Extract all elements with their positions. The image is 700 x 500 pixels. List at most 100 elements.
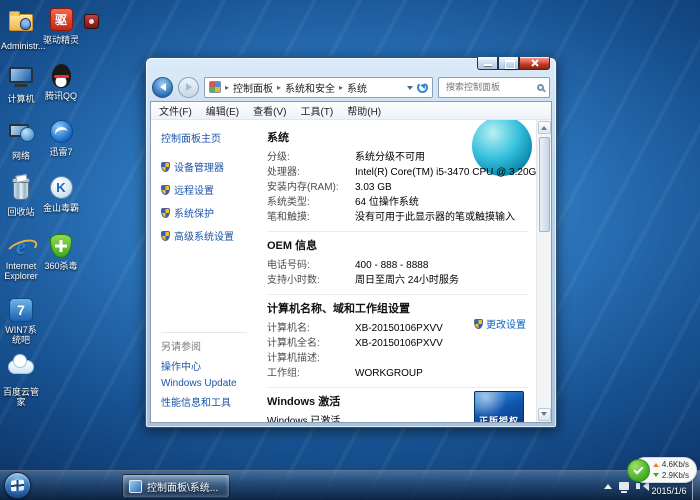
desktop-icon-label: 百度云管家 [1, 387, 41, 408]
desktop-icon-label: 360杀毒 [41, 261, 81, 271]
sidebar-item-label: 系统保护 [174, 205, 214, 220]
desktop-icon-360-antivirus[interactable]: 360杀毒 [41, 234, 81, 271]
row-value: 64 位操作系统 [355, 195, 419, 210]
desktop-icon-driver-genius[interactable]: 驱 驱动精灵 [41, 8, 81, 45]
tray-network-icon[interactable] [619, 482, 629, 490]
row-label: 电话号码: [267, 258, 355, 273]
desktop-icon-win7-bar[interactable]: 7 WIN7系统吧 [1, 298, 41, 346]
navigation-bar: ▸ 控制面板 ▸ 系统和安全 ▸ 系统 [150, 73, 552, 101]
back-arrow-icon [156, 83, 166, 91]
sidebar-item-label: 远程设置 [174, 182, 214, 197]
desktop-icon-thunder[interactable]: 迅雷7 [41, 120, 81, 157]
taskbar-window-button[interactable]: 控制面板\系统... [122, 474, 230, 498]
window-titlebar[interactable] [150, 58, 552, 73]
row-label: 分级: [267, 150, 355, 165]
desktop-icon-kingsoft[interactable]: K 金山毒霸 [41, 176, 81, 213]
search-input[interactable] [444, 81, 534, 93]
window-content: 文件(F) 编辑(E) 查看(V) 工具(T) 帮助(H) 控制面板主页 设备管… [150, 101, 552, 423]
desktop-icon-label: Internet Explorer [1, 261, 41, 282]
start-button[interactable] [4, 472, 31, 499]
sidebar-item-remote-settings[interactable]: 远程设置 [161, 182, 251, 197]
sidebar-item-system-protection[interactable]: 系统保护 [161, 205, 251, 220]
info-row: 笔和触摸:没有可用于此显示器的笔或触摸输入 [267, 210, 528, 225]
menu-tools[interactable]: 工具(T) [300, 103, 333, 118]
vertical-scrollbar[interactable] [536, 120, 551, 422]
info-row: 分级:系统分级不可用 [267, 150, 528, 165]
sidebar-item-action-center[interactable]: 操作中心 [161, 358, 247, 373]
menu-help[interactable]: 帮助(H) [347, 103, 381, 118]
desktop-icon-unknown[interactable] [80, 8, 104, 39]
row-value: WORKGROUP [355, 366, 423, 381]
row-label: 支持小时数: [267, 273, 355, 288]
sidebar-item-control-panel-home[interactable]: 控制面板主页 [161, 130, 251, 145]
section-title: 计算机名称、域和工作组设置 [267, 300, 528, 316]
desktop-icon-internet-explorer[interactable]: e Internet Explorer [1, 234, 41, 282]
thunder-icon [50, 120, 73, 143]
window-task-icon [129, 480, 142, 493]
tray-volume-icon[interactable] [636, 483, 640, 489]
address-dropdown-icon[interactable] [407, 86, 413, 93]
hidden-icons-arrow[interactable] [604, 480, 612, 489]
info-row: 电话号码:400 - 888 - 8888 [267, 258, 528, 273]
search-box[interactable] [438, 77, 550, 98]
desktop-icon-computer[interactable]: 计算机 [1, 64, 41, 104]
back-button[interactable] [152, 77, 173, 98]
sidebar-item-advanced-settings[interactable]: 高级系统设置 [161, 228, 251, 243]
forward-button[interactable] [178, 77, 199, 98]
kingsoft-icon: K [50, 176, 73, 199]
download-speed: 2.9Kb/s [662, 471, 689, 481]
scrollbar-thumb[interactable] [539, 137, 550, 232]
minimize-button[interactable] [477, 57, 498, 70]
desktop-icon-label: Administr... [1, 41, 41, 51]
maximize-button[interactable] [498, 57, 519, 70]
section-computer-name: 计算机名称、域和工作组设置 更改设置 计算机名:XB-20150106PXVV … [267, 294, 528, 381]
main-pane: 系统 分级:系统分级不可用 处理器:Intel(R) Core(TM) i5-3… [255, 120, 536, 422]
desktop-icon-baidu-cloud[interactable]: 百度云管家 [1, 352, 41, 408]
section-activation: Windows 激活 Windows 已激活 产品 ID: 00426-OEM-… [267, 387, 528, 422]
breadcrumb-control-panel[interactable]: 控制面板 [233, 80, 273, 95]
desktop-icon-network[interactable]: 网络 [1, 120, 41, 161]
change-settings-link[interactable]: 更改设置 [474, 316, 526, 331]
driver-genius-icon: 驱 [50, 8, 73, 31]
network-speed-widget[interactable]: 4.6Kb/s 2.9Kb/s [632, 457, 697, 483]
desktop-icon-label: 计算机 [1, 94, 41, 104]
breadcrumb-system[interactable]: 系统 [347, 80, 367, 95]
row-label: 工作组: [267, 366, 355, 381]
sidebar-item-performance-tools[interactable]: 性能信息和工具 [161, 394, 247, 409]
info-row: 支持小时数:周日至周六 24小时服务 [267, 273, 528, 288]
refresh-icon[interactable] [417, 82, 428, 93]
uac-shield-icon [474, 319, 483, 329]
desktop-icon-label: 迅雷7 [41, 147, 81, 157]
menu-edit[interactable]: 编辑(E) [206, 103, 239, 118]
scroll-down-button[interactable] [538, 408, 551, 421]
breadcrumb-separator: ▸ [339, 83, 343, 92]
row-label: 处理器: [267, 165, 355, 180]
row-value: XB-20150106PXVV [355, 321, 443, 336]
computer-icon [9, 67, 33, 83]
address-bar[interactable]: ▸ 控制面板 ▸ 系统和安全 ▸ 系统 [204, 77, 433, 98]
scroll-up-button[interactable] [538, 121, 551, 134]
taskbar: 控制面板\系统... 下午 4:47 2015/1/6 [0, 470, 700, 500]
sidebar-item-windows-update[interactable]: Windows Update [161, 378, 247, 389]
info-row: 安装内存(RAM):3.03 GB [267, 180, 528, 195]
section-system: 系统 分级:系统分级不可用 处理器:Intel(R) Core(TM) i5-3… [267, 124, 528, 225]
genuine-windows-badge[interactable]: 正版授权 [474, 391, 524, 422]
left-pane: 控制面板主页 设备管理器 远程设置 系统保护 [151, 120, 255, 422]
desktop-icon-recycle-bin[interactable]: 回收站 [1, 176, 41, 217]
desktop: Administr... 计算机 网络 回收站 e Internet Explo… [0, 0, 700, 500]
win7-icon: 7 [9, 298, 33, 322]
menu-view[interactable]: 查看(V) [253, 103, 286, 118]
menu-file[interactable]: 文件(F) [159, 103, 192, 118]
see-also-header: 另请参阅 [161, 338, 247, 353]
uac-shield-icon [161, 231, 170, 241]
breadcrumb-system-security[interactable]: 系统和安全 [285, 80, 335, 95]
desktop-icon-qq[interactable]: 腾讯QQ [41, 64, 81, 101]
row-value: 没有可用于此显示器的笔或触摸输入 [355, 210, 515, 225]
control-panel-icon [209, 81, 221, 93]
rating-link[interactable]: 系统分级不可用 [355, 150, 425, 165]
sidebar-item-device-manager[interactable]: 设备管理器 [161, 159, 251, 174]
close-button[interactable] [519, 57, 550, 70]
search-icon[interactable] [537, 84, 544, 91]
safety-check-icon [627, 459, 650, 482]
desktop-icon-administrator[interactable]: Administr... [1, 8, 41, 51]
